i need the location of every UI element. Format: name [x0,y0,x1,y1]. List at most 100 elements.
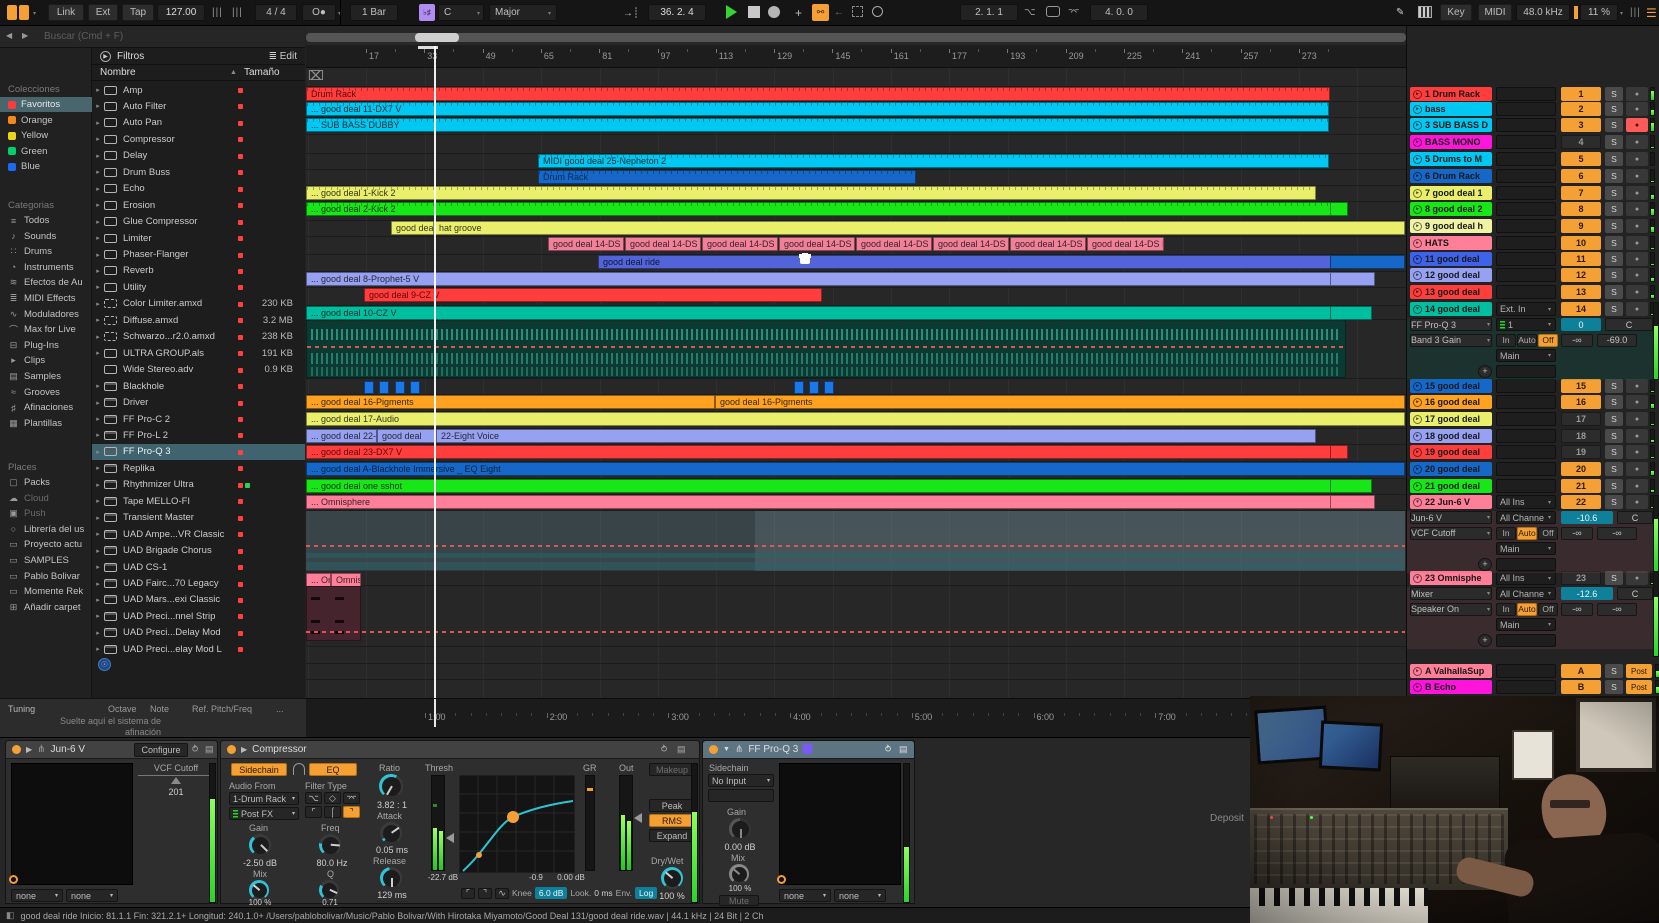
file-row-ultra-group-als[interactable]: ▸ULTRA GROUP.als191 KB [92,345,305,361]
network-globe-icon[interactable]: ☉ [98,658,111,671]
device-on-led[interactable] [227,745,236,754]
sidebar-item-sounds[interactable]: ♪Sounds [0,229,92,244]
follow-icon[interactable]: →┊ [623,8,639,19]
scale-mode-select[interactable]: Major [489,4,557,21]
link-button[interactable]: Link [48,4,84,21]
sidebar-item-pablo-bolivar[interactable]: ▭Pablo Bolivar [0,569,92,584]
automation-io-select[interactable]: 1▾ [1496,318,1556,331]
sidechain-input-select[interactable]: No Input▾ [708,774,774,787]
arrangement-clip[interactable] [1330,479,1372,493]
track-io-box[interactable] [1496,102,1556,116]
tuning-more-button[interactable]: ... [276,704,284,714]
expand-arrow-icon[interactable]: ▸ [92,547,104,555]
add-automation-lane-button[interactable]: + [1478,634,1492,647]
sidebar-item-samples[interactable]: ▭SAMPLES [0,553,92,568]
midi-mini-clip[interactable] [809,381,819,394]
loop-length-field[interactable]: 4. 0. 0 [1090,4,1148,21]
arrangement-clip[interactable]: good deal 14-DS І [702,237,778,251]
search-input[interactable]: Buscar (Cmd + F) [44,31,123,42]
proq-gain-knob[interactable] [729,818,751,840]
save-preset-icon[interactable]: ▤ [677,744,686,755]
arrangement-clip[interactable]: good deal 14-DS І [779,237,855,251]
track-play-icon[interactable]: ▸ [1413,172,1422,181]
thresh-meter[interactable] [431,775,445,871]
track-arm-button[interactable]: ● [1626,102,1648,116]
track-solo-button[interactable]: S [1605,571,1623,585]
file-row-ff-pro-q-3[interactable]: ▸FF Pro-Q 3 [92,444,305,460]
draw-mode-icon[interactable]: ✎ [1396,7,1404,18]
volume-box[interactable]: -∞ [1561,603,1593,616]
pan-box[interactable]: C [1605,318,1653,331]
expand-arrow-icon[interactable]: ▸ [92,251,104,259]
file-row-uad-preci-elay-mod-l[interactable]: ▸UAD Preci...elay Mod L [92,641,305,657]
routing-select-1[interactable]: none▾ [779,889,831,902]
track-solo-button[interactable]: S [1605,479,1623,493]
sidebar-item-orange[interactable]: Orange [0,113,92,128]
file-row-glue-compressor[interactable]: ▸Glue Compressor [92,214,305,230]
return-io-box[interactable] [1496,664,1556,678]
track-io-box[interactable] [1496,252,1556,266]
midi-mini-clip[interactable] [824,381,834,394]
file-row-phaser-flanger[interactable]: ▸Phaser-Flanger [92,247,305,263]
track-io-box[interactable] [1496,169,1556,183]
drywet-knob[interactable] [661,867,683,889]
track-name-20[interactable]: ▸20 good deal [1410,462,1492,476]
sidebar-item-momente-rek[interactable]: ▭Momente Rek [0,584,92,599]
track-name-18[interactable]: ▸18 good deal [1410,429,1492,443]
file-row-rhythmizer-ultra[interactable]: ▸Rhythmizer Ultra [92,477,305,493]
midi-map-button[interactable]: MIDI [1478,4,1512,21]
midi-overdub-icon[interactable]: + [795,6,802,20]
track-arm-button[interactable]: ● [1626,268,1648,282]
file-row-auto-filter[interactable]: ▸Auto Filter [92,98,305,114]
arrangement-clip[interactable]: good deal 14-DS І [625,237,701,251]
track-solo-button[interactable]: S [1605,219,1623,233]
sidebar-item-midi-effects[interactable]: ≣MIDI Effects [0,291,92,306]
time-ruler-minutes[interactable]: 1:002:003:004:005:006:007:00 [306,698,1406,737]
track-play-icon[interactable]: ▸ [1413,255,1422,264]
arrangement-clip[interactable] [1330,255,1405,269]
sidebar-item-plantillas[interactable]: ▦Plantillas [0,416,92,431]
routing-select-2[interactable]: none▾ [834,889,886,902]
expand-arrow-icon[interactable]: ▸ [92,415,104,423]
track-name-13[interactable]: ▸13 good deal [1410,285,1492,299]
track-name-17[interactable]: ▸17 good deal [1410,412,1492,426]
expand-arrow-icon[interactable]: ▸ [92,185,104,193]
knee-value[interactable]: 6.0 dB [535,887,568,899]
post-button[interactable]: Post [1626,680,1652,694]
monitor-in[interactable]: In [1496,334,1516,347]
routing-select-2[interactable]: none▾ [66,889,118,902]
lookahead-value[interactable]: 0 ms [594,888,612,898]
q-value[interactable]: 0.71 [309,898,351,907]
punch-in-icon[interactable]: ⌥ [1024,7,1036,18]
sidebar-item-green[interactable]: Green [0,144,92,159]
file-row-uad-preci-nnel-strip[interactable]: ▸UAD Preci...nnel Strip [92,608,305,624]
stop-button[interactable] [748,6,760,18]
expand-arrow-icon[interactable]: ▸ [92,645,104,653]
return-track-name-A[interactable]: ▸A ValhallaSup [1410,664,1492,678]
track-io-box[interactable] [1496,87,1556,101]
audio-clip-waveform-body[interactable] [306,320,1346,378]
track-name-15[interactable]: ▸15 good deal [1410,379,1492,393]
device-on-led[interactable] [709,745,718,754]
device-on-led[interactable] [12,745,21,754]
freq-value[interactable]: 80.0 Hz [307,858,357,868]
add-automation-lane-button[interactable]: + [1478,558,1492,571]
file-row-amp[interactable]: ▸Amp [92,82,305,98]
expand-arrow-icon[interactable]: ▸ [92,563,104,571]
expand-arrow-icon[interactable]: ▸ [92,399,104,407]
arrangement-clip[interactable]: good deal 9-CZ V [364,288,822,302]
sidebar-item-efectos-de-au[interactable]: ≋Efectos de Au [0,275,92,290]
arrangement-clip[interactable]: ... good deal 8-Prophet-5 V [306,272,1346,286]
expand-arrow-icon[interactable]: ▸ [92,481,104,489]
track-solo-button[interactable]: S [1605,169,1623,183]
arrangement-position[interactable]: 36. 2. 4 [648,4,706,21]
loop-start-field[interactable]: 2. 1. 1 [960,4,1018,21]
automation-dashed-line[interactable] [307,346,1345,348]
track-io-box[interactable] [1496,118,1556,132]
live-logo-icon[interactable] [7,5,17,20]
wrench-icon[interactable]: ⋔ [735,744,743,755]
record-button[interactable] [768,6,780,18]
track-solo-button[interactable]: S [1605,429,1623,443]
automation-device-select[interactable]: Jun-6 V▾ [1410,511,1492,524]
return-number[interactable]: B [1561,680,1601,694]
